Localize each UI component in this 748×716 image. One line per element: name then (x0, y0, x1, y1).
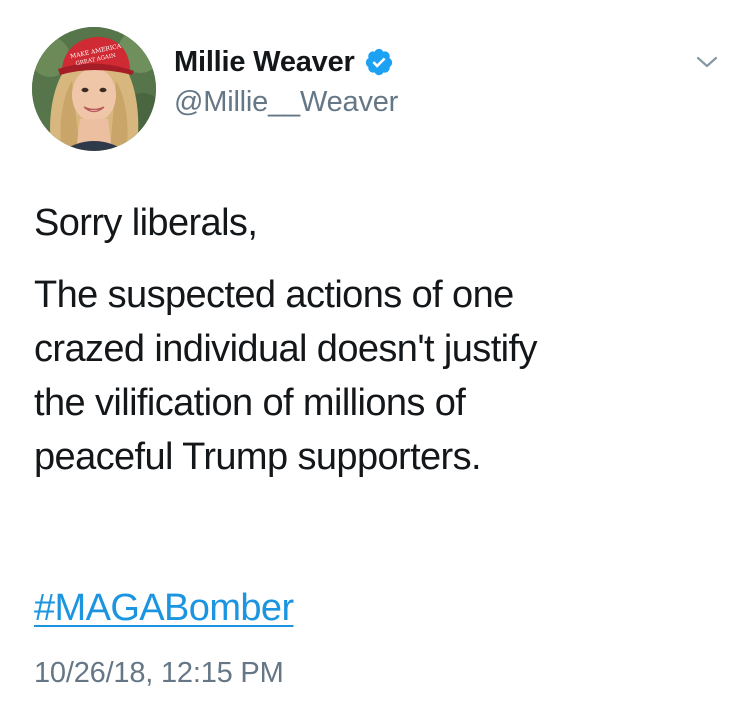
tweet-card: MAKE AMERICA GREAT AGAIN Millie Weaver @… (0, 0, 748, 716)
tweet-body-line: The suspected actions of one (34, 274, 514, 316)
verified-badge-icon (364, 47, 394, 77)
avatar[interactable]: MAKE AMERICA GREAT AGAIN (32, 27, 156, 151)
tweet-body: The suspected actions of one crazed indi… (34, 268, 724, 484)
tweet-body-line: peaceful Trump supporters. (34, 436, 482, 478)
tweet-timestamp[interactable]: 10/26/18, 12:15 PM (34, 657, 284, 690)
author-name-row: Millie Weaver (174, 42, 394, 82)
tweet-text: Sorry liberals, The suspected actions of… (34, 196, 724, 484)
display-name[interactable]: Millie Weaver (174, 46, 355, 79)
chevron-down-icon[interactable] (694, 52, 720, 72)
hashtag-link[interactable]: #MAGABomber (34, 581, 294, 635)
tweet-greeting: Sorry liberals, (34, 202, 258, 244)
avatar-image: MAKE AMERICA GREAT AGAIN (32, 27, 156, 151)
tweet-body-line: the vilification of millions of (34, 382, 466, 424)
author-handle[interactable]: @Millie__Weaver (174, 86, 398, 119)
tweet-body-line: crazed individual doesn't justify (34, 328, 537, 370)
